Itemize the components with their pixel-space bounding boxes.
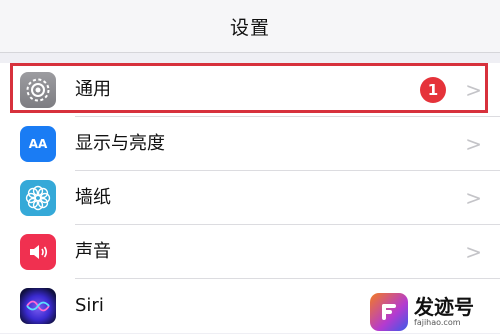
settings-row-general[interactable]: 通用 1 > xyxy=(0,63,500,117)
settings-row-label: 墙纸 xyxy=(75,187,111,208)
settings-row-label: 显示与亮度 xyxy=(75,133,165,154)
display-brightness-icon: AA xyxy=(20,126,56,162)
wallpaper-flower-icon xyxy=(20,180,56,216)
settings-row-label: 声音 xyxy=(75,241,111,262)
settings-row-sound[interactable]: 声音 > xyxy=(0,225,500,279)
settings-row-label: Siri xyxy=(75,295,104,316)
watermark: 发迹号 fajihao.com xyxy=(370,290,500,334)
settings-row-label: 通用 xyxy=(75,79,111,100)
gear-icon xyxy=(20,72,56,108)
settings-row-display-brightness[interactable]: AA 显示与亮度 > xyxy=(0,117,500,171)
chevron-right-icon: > xyxy=(465,240,482,264)
settings-row-wallpaper[interactable]: 墙纸 > xyxy=(0,171,500,225)
siri-icon xyxy=(20,288,56,324)
chevron-right-icon: > xyxy=(465,78,482,102)
watermark-logo-icon xyxy=(370,293,408,331)
page-title: 设置 xyxy=(229,16,270,39)
chevron-right-icon: > xyxy=(465,132,482,156)
navigation-bar: 设置 xyxy=(0,0,500,53)
speaker-icon xyxy=(20,234,56,270)
chevron-right-icon: > xyxy=(465,186,482,210)
notification-badge: 1 xyxy=(420,77,446,103)
watermark-name: 发迹号 xyxy=(414,295,474,319)
display-icon-text: AA xyxy=(28,137,48,151)
watermark-url: fajihao.com xyxy=(414,318,461,327)
